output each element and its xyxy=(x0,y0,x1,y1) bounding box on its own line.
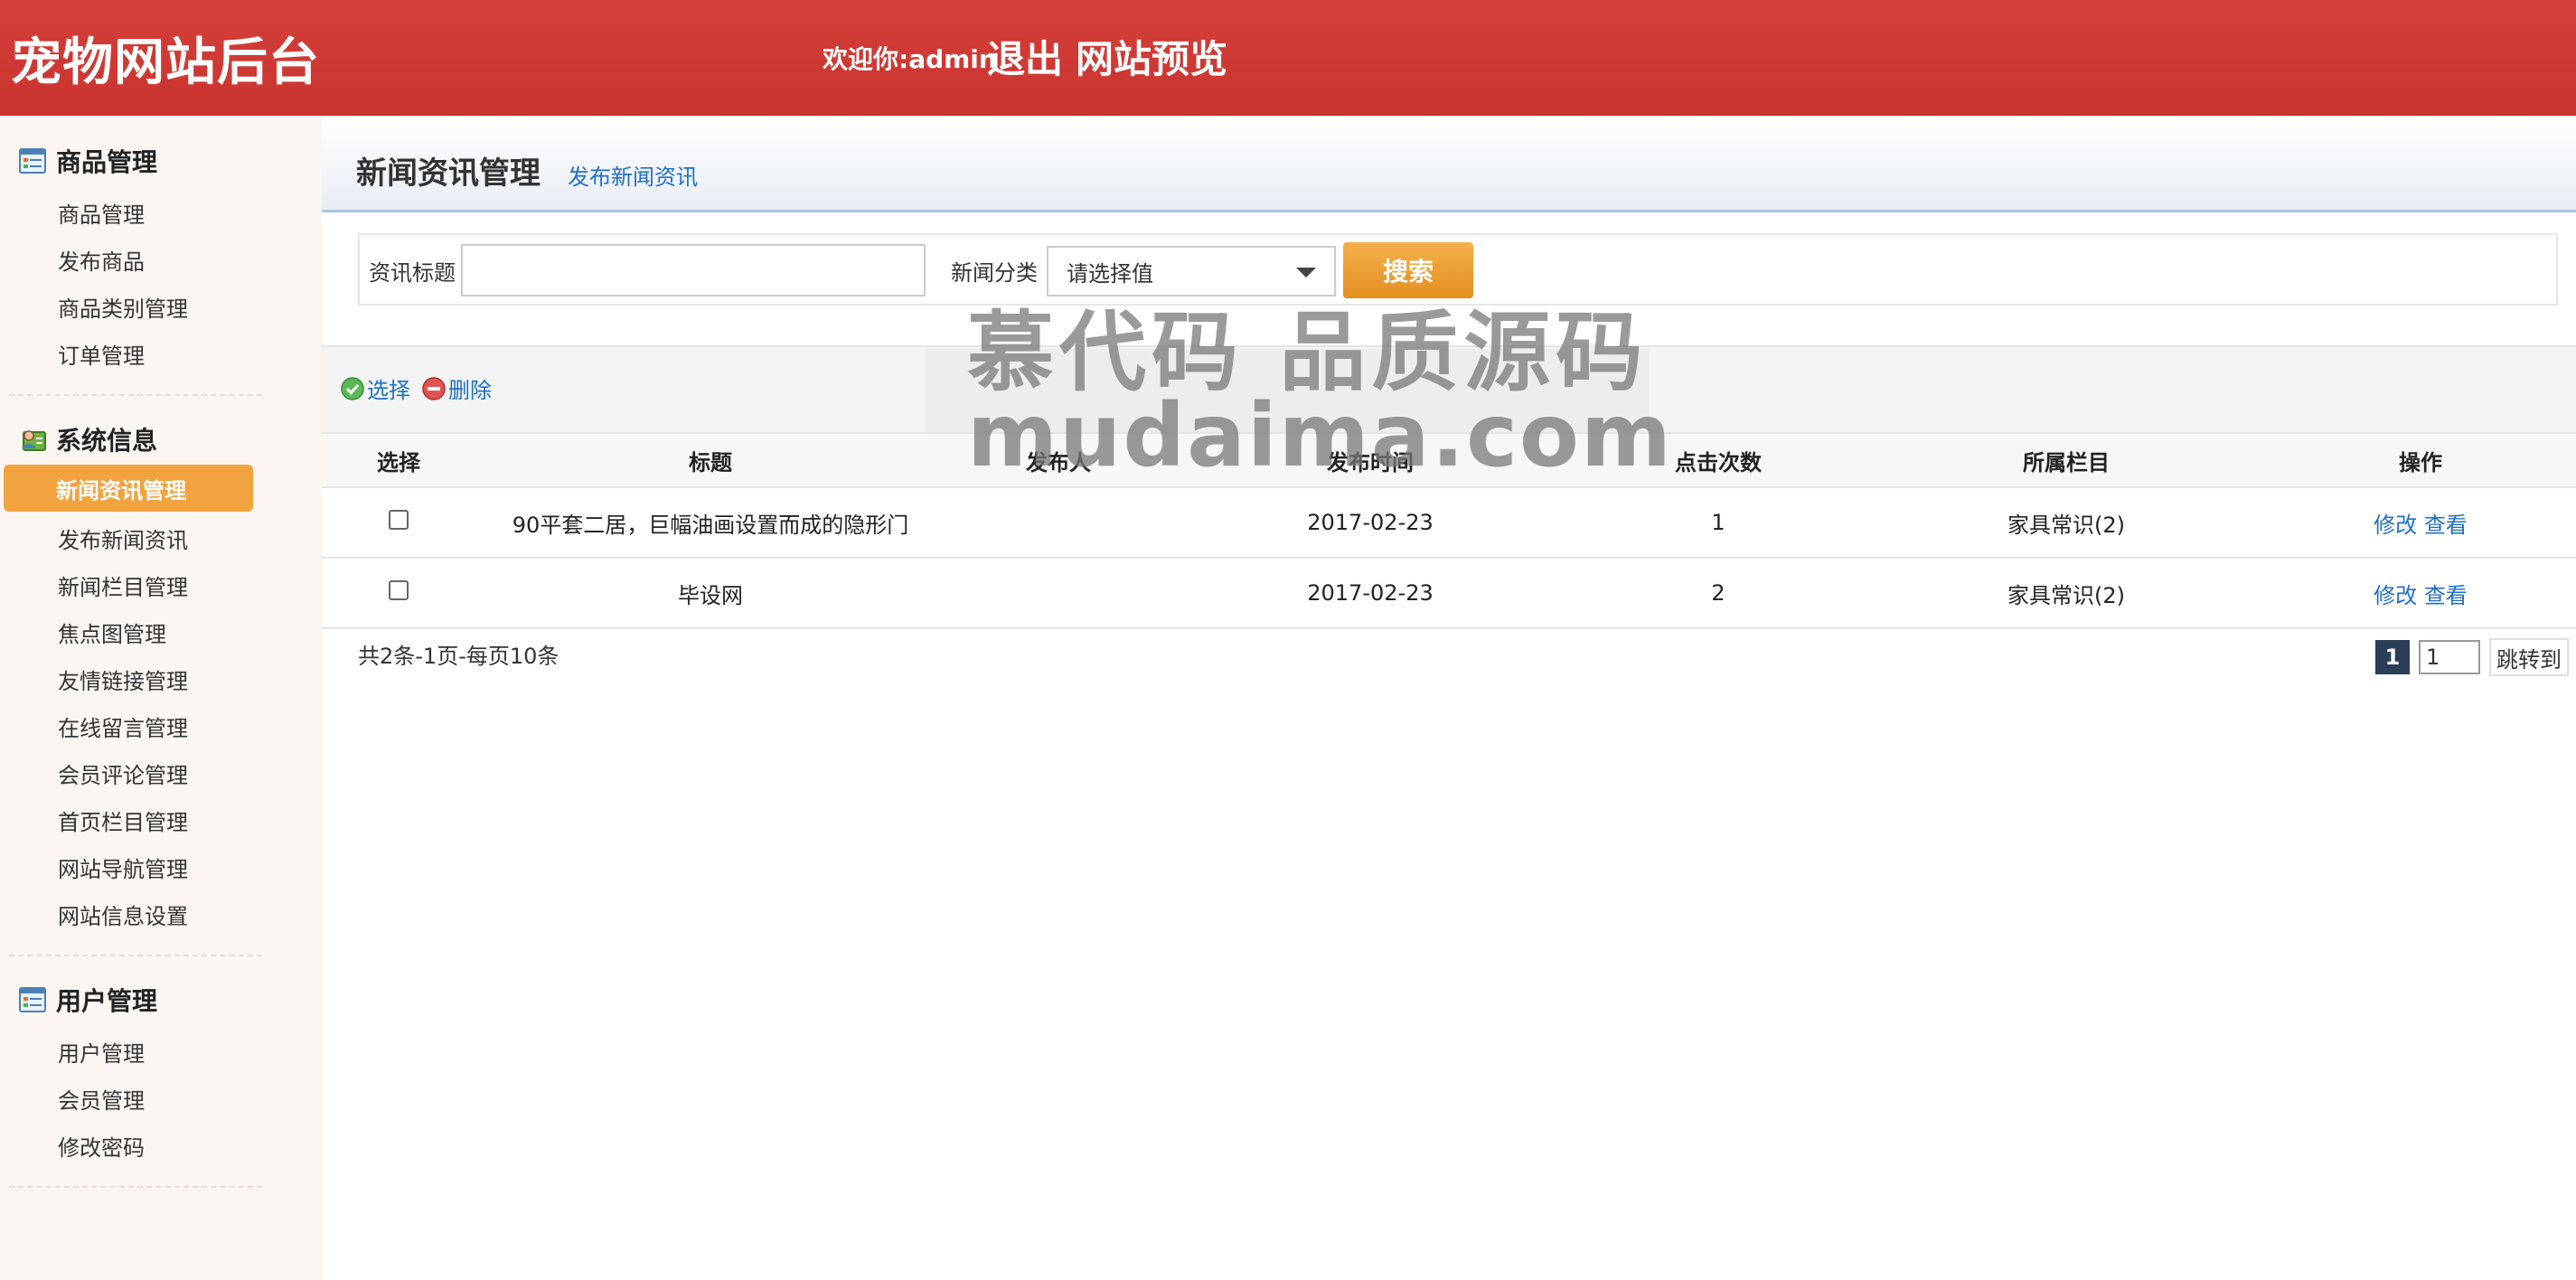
category-selected-value: 请选择值 xyxy=(1067,260,1153,287)
select-all-button[interactable]: 选择 xyxy=(340,372,410,404)
title-search-input[interactable] xyxy=(461,244,926,296)
row-checkbox[interactable] xyxy=(389,580,409,600)
sidebar-item-messages[interactable]: 在线留言管理 xyxy=(58,711,188,742)
user-card-icon xyxy=(18,425,47,454)
sidebar-group-users: 用户管理 xyxy=(18,982,157,1018)
chevron-down-icon xyxy=(1296,268,1316,278)
sidebar-divider xyxy=(9,1186,262,1188)
sidebar-item-news-columns[interactable]: 新闻栏目管理 xyxy=(58,569,188,601)
row-clicks: 2 xyxy=(1711,580,1725,606)
site-preview-link[interactable]: 网站预览 xyxy=(1076,29,1227,84)
page-number-current[interactable]: 1 xyxy=(2375,640,2410,674)
top-header: 宠物网站后台 欢迎你:admin 退出 网站预览 xyxy=(0,0,2576,116)
select-label: 选择 xyxy=(367,378,410,403)
sidebar-group-products: 商品管理 xyxy=(18,143,157,179)
sidebar-item-home-columns[interactable]: 首页栏目管理 xyxy=(58,805,188,836)
row-column: 家具常识(2) xyxy=(2007,582,2125,608)
row-author xyxy=(945,558,1171,628)
edit-link[interactable]: 修改 xyxy=(2374,513,2417,538)
sidebar-item-change-password[interactable]: 修改密码 xyxy=(58,1130,145,1162)
delete-label: 删除 xyxy=(448,378,492,403)
row-actions: 修改 查看 xyxy=(2265,487,2576,558)
pagination-info: 共2条-1页-每页10条 xyxy=(358,644,559,669)
pagination: 1 1 跳转到 xyxy=(2375,638,2569,676)
sidebar-item-friend-links[interactable]: 友情链接管理 xyxy=(58,664,188,695)
col-header-title: 标题 xyxy=(475,432,945,488)
watermark-backdrop xyxy=(926,349,1649,434)
logout-link[interactable]: 退出 xyxy=(987,29,1063,84)
sidebar-item-product-category[interactable]: 商品类别管理 xyxy=(58,291,188,323)
row-date: 2017-02-23 xyxy=(1307,580,1434,606)
welcome-text: 欢迎你:admin xyxy=(823,44,997,74)
edit-link[interactable]: 修改 xyxy=(2374,583,2417,608)
site-title: 宠物网站后台 xyxy=(11,33,320,92)
sidebar-item-site-settings[interactable]: 网站信息设置 xyxy=(58,899,188,930)
sidebar-group-title: 系统信息 xyxy=(56,426,158,456)
col-header-date: 发布时间 xyxy=(1171,432,1569,488)
row-column: 家具常识(2) xyxy=(2007,512,2125,538)
sidebar-item-news-manage[interactable]: 新闻资讯管理 xyxy=(4,465,253,512)
search-button[interactable]: 搜索 xyxy=(1343,242,1473,298)
row-author xyxy=(945,487,1171,558)
table-row: 90平套二居，巨幅油画设置而成的隐形门 2017-02-23 1 家具常识(2)… xyxy=(322,487,2576,558)
col-header-author: 发布人 xyxy=(945,432,1171,488)
col-header-clicks: 点击次数 xyxy=(1569,432,1867,488)
col-header-select: 选择 xyxy=(322,432,475,488)
col-header-actions: 操作 xyxy=(2265,432,2576,488)
title-label: 资讯标题 xyxy=(369,260,456,286)
list-icon xyxy=(18,985,47,1014)
sidebar-item-orders[interactable]: 订单管理 xyxy=(58,338,145,370)
sidebar-group-system: 系统信息 xyxy=(18,421,157,457)
sidebar-divider xyxy=(9,394,262,396)
search-panel: 资讯标题 新闻分类 请选择值 搜索 xyxy=(358,233,2558,306)
sidebar-divider xyxy=(9,955,262,956)
sidebar-item-user-manage[interactable]: 用户管理 xyxy=(58,1036,145,1068)
table-header-row: 选择 标题 发布人 发布时间 点击次数 所属栏目 操作 xyxy=(322,432,2576,488)
view-link[interactable]: 查看 xyxy=(2424,513,2468,538)
category-select[interactable]: 请选择值 xyxy=(1047,246,1336,296)
sidebar-group-title: 用户管理 xyxy=(56,986,158,1016)
delete-button[interactable]: 删除 xyxy=(421,372,492,404)
row-title: 90平套二居，巨幅油画设置而成的隐形门 xyxy=(512,512,909,538)
sidebar: 商品管理 商品管理 发布商品 商品类别管理 订单管理 系统信息 新闻资讯管理 发… xyxy=(0,116,322,1280)
news-table: 选择 标题 发布人 发布时间 点击次数 所属栏目 操作 90平套二居，巨幅油画设… xyxy=(322,432,2576,629)
table-row: 毕设网 2017-02-23 2 家具常识(2) 修改 查看 xyxy=(322,558,2576,628)
minus-circle-icon xyxy=(422,376,446,400)
page-jump-input[interactable]: 1 xyxy=(2419,640,2480,674)
sidebar-item-publish-product[interactable]: 发布商品 xyxy=(58,244,145,276)
category-label: 新闻分类 xyxy=(951,260,1038,286)
sidebar-item-publish-news[interactable]: 发布新闻资讯 xyxy=(58,522,188,554)
sidebar-item-product-manage[interactable]: 商品管理 xyxy=(58,197,145,229)
sidebar-group-title: 商品管理 xyxy=(56,147,158,177)
sidebar-item-focus-images[interactable]: 焦点图管理 xyxy=(58,616,166,648)
sidebar-item-member-manage[interactable]: 会员管理 xyxy=(58,1083,145,1115)
main-content: 新闻资讯管理 发布新闻资讯 资讯标题 新闻分类 请选择值 搜索 选择 删除 选择… xyxy=(322,116,2576,1280)
row-date: 2017-02-23 xyxy=(1307,510,1434,535)
publish-news-link[interactable]: 发布新闻资讯 xyxy=(568,159,698,191)
row-actions: 修改 查看 xyxy=(2265,558,2576,628)
sidebar-item-member-comments[interactable]: 会员评论管理 xyxy=(58,758,188,789)
row-clicks: 1 xyxy=(1711,510,1725,535)
check-circle-icon xyxy=(341,376,364,400)
col-header-column: 所属栏目 xyxy=(1867,432,2265,488)
sidebar-item-site-nav[interactable]: 网站导航管理 xyxy=(58,852,188,883)
list-icon xyxy=(18,146,47,175)
row-checkbox[interactable] xyxy=(389,510,409,530)
page-title: 新闻资讯管理 xyxy=(356,155,541,192)
view-link[interactable]: 查看 xyxy=(2424,583,2468,608)
page-jump-button[interactable]: 跳转到 xyxy=(2489,638,2569,676)
row-title: 毕设网 xyxy=(678,582,743,608)
title-bar: 新闻资讯管理 发布新闻资讯 xyxy=(322,116,2576,212)
